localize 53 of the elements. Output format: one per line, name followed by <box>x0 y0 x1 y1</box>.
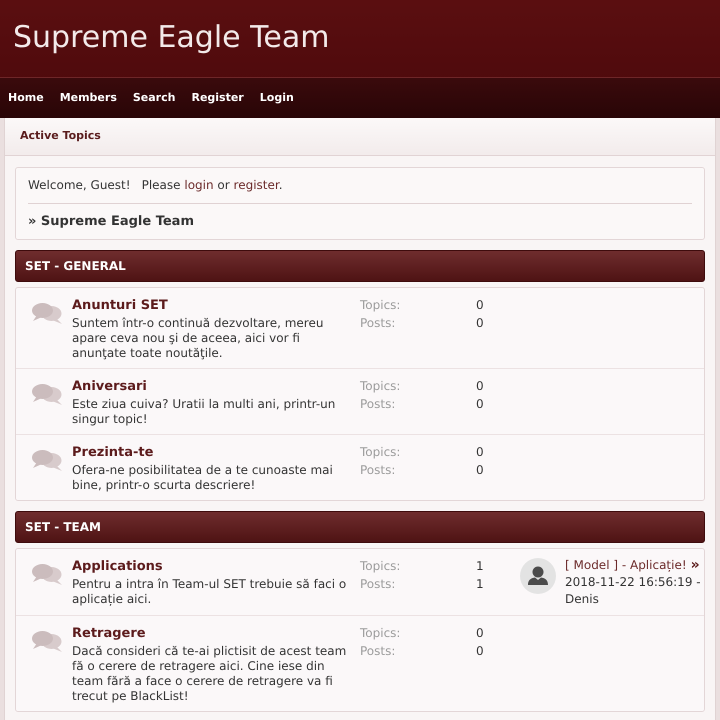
register-link[interactable]: register <box>234 178 279 192</box>
posts-count: 0 <box>476 642 485 660</box>
breadcrumb: » Supreme Eagle Team <box>28 213 195 230</box>
topics-label: Topics: <box>360 378 402 395</box>
topics-count: 1 <box>476 558 485 575</box>
category-header: SET - TEAM <box>15 511 705 543</box>
speech-bubbles-icon <box>32 302 62 324</box>
speech-bubbles-icon <box>32 383 62 405</box>
nav-link[interactable]: Search <box>124 90 184 106</box>
posts-count: 0 <box>476 462 485 478</box>
active-topics-link[interactable]: Active Topics <box>20 128 101 145</box>
login-link[interactable]: login <box>184 178 214 192</box>
forum-title-link[interactable]: Applications <box>72 558 350 575</box>
posts-count: 0 <box>476 314 485 332</box>
forum-description: Pentru a intra în Team-ul SET trebuie să faci o aplicație aici. <box>72 577 348 607</box>
posts-label: Posts: <box>360 396 396 412</box>
speech-bubbles-icon <box>32 563 62 585</box>
nav-link[interactable]: Login <box>252 90 302 106</box>
forum-title-link[interactable]: Retragere <box>72 625 350 642</box>
forum-description: Suntem într-o continuă dezvoltare, mereu apare ceva nou şi de aceea, aici vor fi anunţate toate noutăţile. <box>72 316 324 361</box>
nav-link[interactable]: Members <box>52 90 125 106</box>
speech-bubbles-icon <box>32 630 62 652</box>
post-date: 2018-11-22 16:56:19 - <box>565 574 701 591</box>
forum-description: Este ziua cuiva? Uratii la multi ani, printr-un singur topic! <box>72 397 336 427</box>
topics-count: 0 <box>476 625 485 642</box>
forum-description: Ofera-ne posibilitatea de a te cunoaste mai bine, printr-o scurta descriere! <box>72 463 334 493</box>
topics-label: Topics: <box>360 558 402 575</box>
post-author: Denis <box>565 591 600 608</box>
posts-count: 0 <box>476 396 485 412</box>
posts-label: Posts: <box>360 642 396 660</box>
topics-label: Topics: <box>360 444 402 461</box>
last-post-link[interactable]: [ Model ] - Aplicație! <box>565 557 687 574</box>
site-title: Supreme Eagle Team <box>13 20 330 56</box>
forum-title-link[interactable]: Anunturi SET <box>72 297 350 314</box>
forum-description: Dacă consideri că te-ai plictisit de acest team fă o cerere de retragere aici. Cine iese din team fără a face o cerere de retragere va fi trecut pe BlackList! <box>72 644 348 704</box>
forum-title-link[interactable]: Aniversari <box>72 378 350 395</box>
avatar-silhouette-icon <box>520 558 556 594</box>
topics-label: Topics: <box>360 297 402 314</box>
topics-count: 0 <box>476 378 485 395</box>
nav-link[interactable]: Home <box>0 90 52 106</box>
posts-label: Posts: <box>360 462 396 478</box>
speech-bubbles-icon <box>32 449 62 471</box>
topics-label: Topics: <box>360 625 402 642</box>
welcome-message: Welcome, Guest! Please login or register. <box>28 177 692 204</box>
topics-count: 0 <box>476 297 485 314</box>
posts-count: 1 <box>476 576 485 592</box>
forum-title-link[interactable]: Prezinta-te <box>72 444 350 461</box>
category-header: SET - GENERAL <box>15 250 705 282</box>
nav-link[interactable]: Register <box>183 90 252 106</box>
posts-label: Posts: <box>360 576 396 592</box>
posts-label: Posts: <box>360 314 396 332</box>
topics-count: 0 <box>476 444 485 461</box>
go-to-post-link[interactable]: » <box>690 557 700 574</box>
